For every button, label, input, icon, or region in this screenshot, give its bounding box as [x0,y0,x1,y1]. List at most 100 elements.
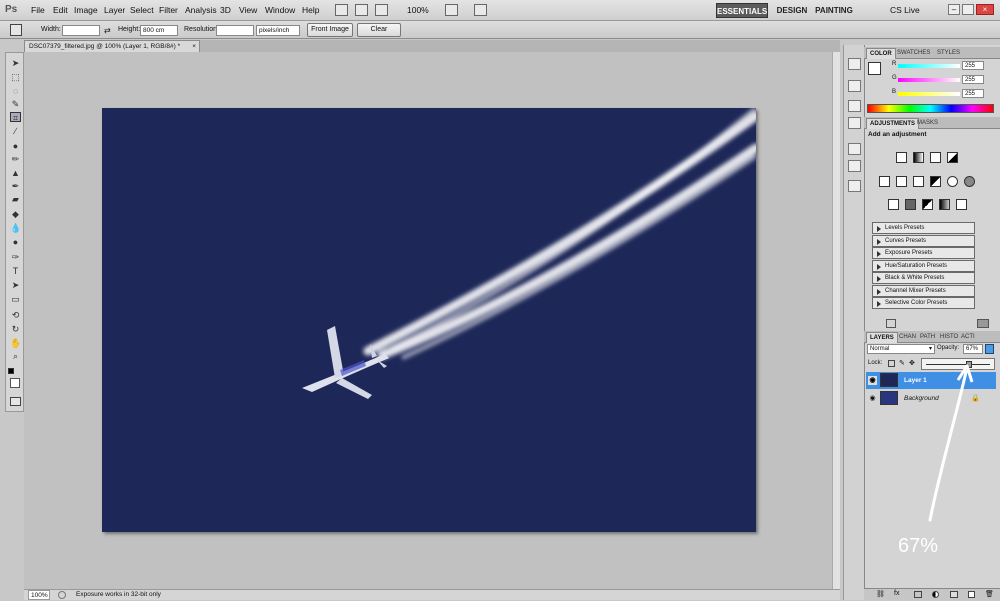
blend-mode-select[interactable]: Normal ▾ [867,344,935,354]
history-brush-tool-icon[interactable]: ✒ [10,181,21,191]
paragraph-panel-icon[interactable] [848,160,861,172]
workspace-essentials[interactable]: ESSENTIALS [716,3,768,18]
workspace-design[interactable]: DESIGN [775,3,809,18]
document-tab[interactable]: DSC07379_filtered.jpg @ 100% (Layer 1, R… [24,40,200,52]
screen-mode-icon[interactable] [474,4,487,16]
color-balance-icon[interactable] [913,176,924,187]
eyedropper-tool-icon[interactable]: ∕ [10,126,21,136]
clone-source-panel-icon[interactable] [848,117,861,129]
brush-tool-icon[interactable]: ✏ [10,154,21,164]
brush-panel-icon[interactable] [848,100,861,112]
invert-icon[interactable] [888,199,899,210]
tab-styles[interactable]: STYLES [934,48,963,59]
tab-channels[interactable]: CHAN [896,332,919,343]
history-panel-icon[interactable] [848,58,861,70]
minimize-icon[interactable]: – [948,4,960,15]
exposure-icon[interactable] [947,152,958,163]
link-layers-icon[interactable]: ⛓ [876,590,885,598]
tab-adjustments[interactable]: ADJUSTMENTS [866,118,920,129]
move-tool-icon[interactable]: ➤ [10,58,21,68]
height-field[interactable]: 800 cm [140,25,178,36]
close-tab-icon[interactable]: × [192,41,196,52]
adjustment-options-icon[interactable] [977,319,989,328]
pen-tool-icon[interactable]: ✑ [10,252,21,262]
tab-swatches[interactable]: SWATCHES [894,48,933,59]
channel-g-slider[interactable] [898,78,960,82]
opacity-field[interactable]: 67% [963,344,983,354]
posterize-icon[interactable] [905,199,916,210]
gradient-map-icon[interactable] [939,199,950,210]
vibrance-icon[interactable] [879,176,890,187]
preset-black-white[interactable]: Black & White Presets [872,272,975,284]
vertical-scrollbar[interactable] [832,52,840,589]
channel-r-slider[interactable] [898,64,960,68]
tab-color[interactable]: COLOR [866,48,896,59]
tab-actions[interactable]: ACTI [958,332,978,343]
brightness-contrast-icon[interactable] [896,152,907,163]
clear-button[interactable]: Clear [357,23,401,37]
clone-stamp-tool-icon[interactable]: ▲ [10,168,21,178]
menu-image[interactable]: Image [74,5,98,15]
crop-tool-icon[interactable]: ⌗ [10,112,21,123]
menu-analysis[interactable]: Analysis [185,5,217,15]
crop-tool-icon[interactable] [10,24,22,36]
3d-panel-icon[interactable] [848,180,861,192]
opacity-dropdown-icon[interactable] [985,344,994,354]
channel-mixer-icon[interactable] [964,176,975,187]
resolution-unit-select[interactable]: pixels/inch [256,25,300,36]
channel-b-slider[interactable] [898,92,960,96]
zoom-level[interactable]: 100% [407,5,429,15]
zoom-tool-icon[interactable]: ⌕ [10,351,21,361]
restore-icon[interactable] [962,4,974,15]
status-zoom[interactable]: 100% [28,590,50,600]
quick-selection-tool-icon[interactable]: ✎ [10,99,21,109]
menu-window[interactable]: Window [265,5,295,15]
type-tool-icon[interactable]: T [10,266,21,276]
menu-file[interactable]: File [31,5,45,15]
add-mask-icon[interactable] [914,591,922,598]
new-group-icon[interactable] [950,591,958,598]
channel-r-value[interactable]: 255 [962,61,984,70]
tab-masks[interactable]: MASKS [914,118,941,129]
actions-panel-icon[interactable] [848,80,861,92]
delete-layer-icon[interactable]: 🗑 [985,590,994,598]
menu-edit[interactable]: Edit [53,5,68,15]
front-image-button[interactable]: Front Image [307,23,353,37]
3d-orbit-tool-icon[interactable]: ↻ [10,324,21,334]
resolution-field[interactable] [216,25,254,36]
shape-tool-icon[interactable]: ▭ [10,294,21,304]
new-adjustment-layer-icon[interactable] [932,591,939,598]
healing-brush-tool-icon[interactable]: ● [10,141,21,151]
levels-icon[interactable] [913,152,924,163]
blur-tool-icon[interactable]: 💧 [10,223,21,233]
hand-tool-icon[interactable]: ✋ [10,338,21,348]
curves-icon[interactable] [930,152,941,163]
preset-hue-saturation[interactable]: Hue/Saturation Presets [872,260,975,272]
menu-3d[interactable]: 3D [220,5,231,15]
menu-view[interactable]: View [239,5,257,15]
eraser-tool-icon[interactable]: ▰ [10,194,21,204]
black-white-icon[interactable] [930,176,941,187]
clip-to-layer-icon[interactable] [886,319,896,328]
default-colors-icon[interactable] [8,368,14,374]
new-layer-icon[interactable] [968,591,975,598]
channel-g-value[interactable]: 255 [962,75,984,84]
arrange-documents-icon[interactable] [445,4,458,16]
workspace-painting[interactable]: PAINTING [814,3,854,18]
quick-mask-icon[interactable] [10,397,21,406]
extras-icon[interactable] [375,4,388,16]
tab-paths[interactable]: PATH [917,332,938,343]
3d-rotate-tool-icon[interactable]: ⟲ [10,310,21,320]
channel-b-value[interactable]: 255 [962,89,984,98]
close-icon[interactable]: × [976,4,994,15]
status-info-icon[interactable] [58,591,66,599]
preset-levels[interactable]: Levels Presets [872,222,975,234]
width-field[interactable] [62,25,100,36]
marquee-tool-icon[interactable]: ⬚ [10,72,21,82]
lock-transparent-icon[interactable] [888,360,895,367]
eye-icon[interactable]: ◉ [868,376,877,385]
swap-icon[interactable]: ⇄ [104,26,111,35]
eye-icon[interactable]: ◉ [868,394,877,403]
lasso-tool-icon[interactable]: ◌ [10,86,21,96]
paint-bucket-tool-icon[interactable]: ◆ [10,209,21,219]
